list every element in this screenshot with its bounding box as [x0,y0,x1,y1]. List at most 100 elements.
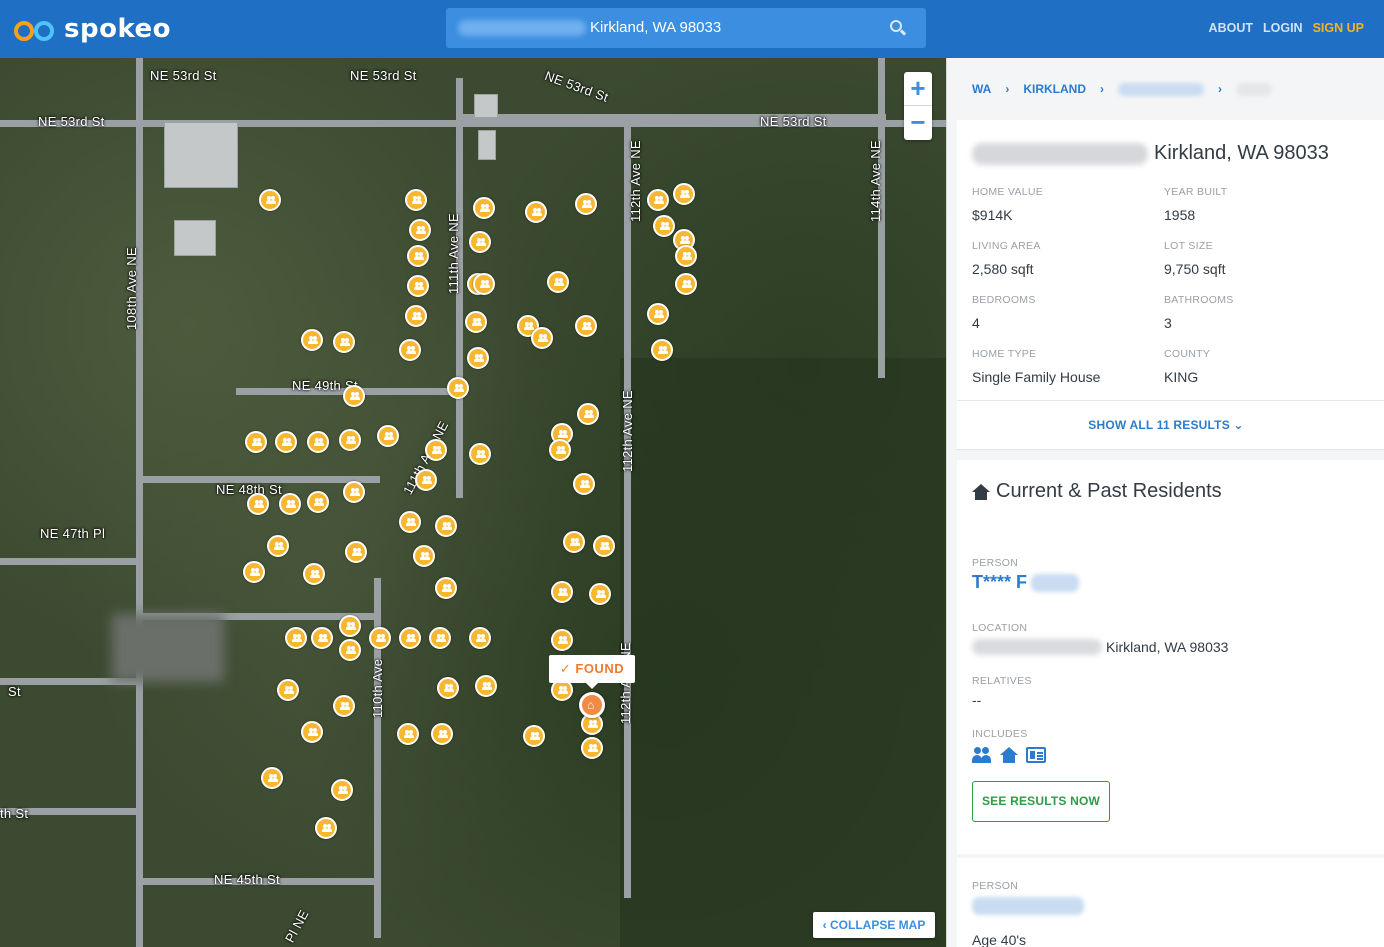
resident-marker[interactable] [311,627,333,649]
resident-marker[interactable] [651,339,673,361]
resident-marker[interactable] [261,767,283,789]
resident-marker[interactable] [331,779,353,801]
resident-marker[interactable] [285,627,307,649]
resident-marker[interactable] [279,493,301,515]
resident-marker[interactable] [333,695,355,717]
resident-marker[interactable] [407,245,429,267]
person-name-link[interactable]: T**** F [972,572,1080,593]
street-label: 112th Ave NE [628,140,643,222]
resident-marker[interactable] [315,817,337,839]
resident-marker[interactable] [589,583,611,605]
search-input[interactable]: Kirkland, WA 98033 [590,19,721,36]
resident-marker[interactable] [247,493,269,515]
resident-marker[interactable] [277,679,299,701]
resident-marker[interactable] [377,425,399,447]
resident-marker[interactable] [551,581,573,603]
resident-marker[interactable] [523,725,545,747]
person-name[interactable]: T**** F [972,572,1027,593]
resident-marker[interactable] [563,531,585,553]
resident-marker[interactable] [259,189,281,211]
resident-marker[interactable] [301,721,323,743]
resident-marker[interactable] [339,615,361,637]
resident-marker[interactable] [267,535,289,557]
resident-marker[interactable] [429,627,451,649]
resident-marker[interactable] [473,197,495,219]
resident-marker[interactable] [647,303,669,325]
resident-marker[interactable] [339,639,361,661]
resident-marker[interactable] [551,629,573,651]
resident-marker[interactable] [409,219,431,241]
zoom-in-button[interactable]: + [904,72,932,106]
resident-marker[interactable] [575,193,597,215]
resident-marker[interactable] [469,443,491,465]
found-home-marker[interactable]: ⌂ [579,692,605,718]
resident-marker[interactable] [547,271,569,293]
resident-marker[interactable] [369,627,391,649]
resident-marker[interactable] [343,481,365,503]
spokeo-logo[interactable]: spokeo [14,14,171,44]
show-all-results-link[interactable]: SHOW ALL 11 RESULTS ⌄ [957,418,1375,432]
breadcrumb-state[interactable]: WA [972,82,991,96]
resident-marker[interactable] [575,315,597,337]
resident-marker[interactable] [465,311,487,333]
resident-marker[interactable] [399,339,421,361]
resident-marker[interactable] [675,273,697,295]
resident-marker[interactable] [473,273,495,295]
resident-marker[interactable] [397,723,419,745]
resident-marker[interactable] [303,563,325,585]
resident-marker[interactable] [431,723,453,745]
search-bar[interactable]: Kirkland, WA 98033 [446,8,926,48]
resident-marker[interactable] [675,245,697,267]
resident-marker[interactable] [339,429,361,451]
resident-marker[interactable] [301,329,323,351]
resident-marker[interactable] [469,627,491,649]
resident-marker[interactable] [435,515,457,537]
people-icon [558,686,566,694]
resident-marker[interactable] [475,675,497,697]
resident-marker[interactable] [469,231,491,253]
people-icon [454,384,462,392]
resident-marker[interactable] [399,511,421,533]
resident-marker[interactable] [549,439,571,461]
resident-marker[interactable] [333,331,355,353]
resident-marker[interactable] [653,215,675,237]
location-redacted [972,639,1102,655]
resident-marker[interactable] [407,275,429,297]
resident-marker[interactable] [525,201,547,223]
resident-marker[interactable] [307,431,329,453]
resident-marker[interactable] [405,189,427,211]
see-results-now-button[interactable]: SEE RESULTS NOW [972,781,1110,822]
resident-marker[interactable] [467,347,489,369]
resident-marker[interactable] [531,327,553,349]
resident-marker[interactable] [647,189,669,211]
resident-marker[interactable] [245,431,267,453]
person2-name-redacted[interactable] [972,897,1084,915]
nav-about-link[interactable]: ABOUT [1209,21,1253,35]
breadcrumb-street-redacted[interactable] [1118,82,1205,96]
zoom-out-button[interactable]: − [904,106,932,140]
resident-marker[interactable] [275,431,297,453]
resident-marker[interactable] [437,677,459,699]
resident-marker[interactable] [593,535,615,557]
resident-marker[interactable] [447,377,469,399]
resident-marker[interactable] [399,627,421,649]
resident-marker[interactable] [435,577,457,599]
resident-marker[interactable] [581,737,603,759]
resident-marker[interactable] [425,439,447,461]
resident-marker[interactable] [307,491,329,513]
resident-marker[interactable] [413,545,435,567]
resident-marker[interactable] [673,183,695,205]
resident-marker[interactable] [405,305,427,327]
resident-marker[interactable] [243,561,265,583]
nav-login-link[interactable]: LOGIN [1263,21,1303,35]
resident-marker[interactable] [573,473,595,495]
breadcrumb-city[interactable]: KIRKLAND [1023,82,1086,96]
resident-marker[interactable] [345,541,367,563]
nav-signup-link[interactable]: SIGN UP [1313,21,1364,35]
resident-marker[interactable] [343,385,365,407]
collapse-map-button[interactable]: ‹ COLLAPSE MAP [813,912,935,938]
satellite-map[interactable]: NE 53rd St NE 53rd St NE 53rd St NE 53rd… [0,58,946,947]
resident-marker[interactable] [577,403,599,425]
search-icon[interactable] [890,20,907,36]
resident-marker[interactable] [415,469,437,491]
